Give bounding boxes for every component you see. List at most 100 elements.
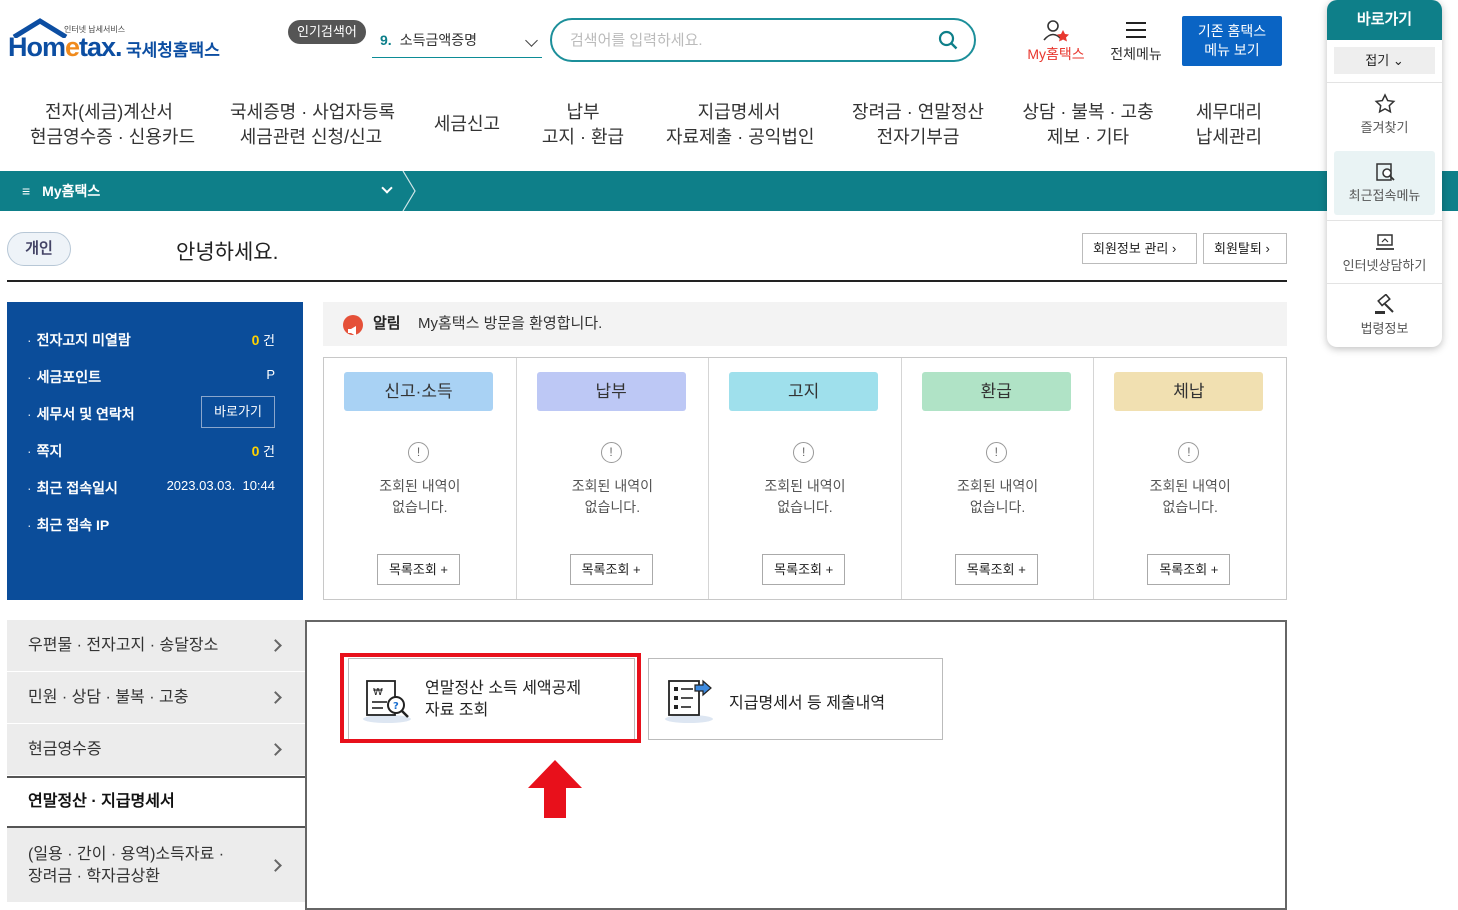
quick-links-title: 바로가기 xyxy=(1327,0,1442,40)
notice-message: My홈택스 방문을 환영합니다. xyxy=(418,315,603,332)
list-view-button[interactable]: 목록조회 + xyxy=(569,554,653,585)
recent-menu-button[interactable]: 최근접속메뉴 xyxy=(1334,151,1435,215)
chevron-down-icon xyxy=(525,34,538,47)
info-row: · 최근 접속일시 xyxy=(27,480,118,496)
hometax-logo[interactable]: 인터넷 납세서비스 Hometax. 국세청홈택스 xyxy=(8,18,228,70)
info-row: · 전자고지 미열람 xyxy=(27,332,131,348)
info-row: · 세무서 및 연락처 xyxy=(27,406,135,422)
chevron-down-icon[interactable] xyxy=(381,182,393,194)
info-value[interactable]: 0 건 xyxy=(252,330,275,349)
breadcrumb-separator-icon xyxy=(402,171,416,211)
nav-item-e-invoice[interactable]: 전자(세금)계산서 현금영수증 · 신용카드 xyxy=(30,100,195,152)
my-hometax-button[interactable]: My홈택스 xyxy=(1020,18,1092,68)
legacy-line2: 메뉴 보기 xyxy=(1204,42,1260,58)
list-view-button[interactable]: 목록조회 + xyxy=(377,554,460,585)
payment-statement-label: 지급명세서 등 제출내역 xyxy=(729,695,886,712)
status-card: 고지! 조회된 내역이 없습니다. 목록조회 + xyxy=(709,358,902,599)
info-value[interactable]: 0 건 xyxy=(252,441,275,460)
search-icon[interactable] xyxy=(938,30,958,50)
chevron-right-icon xyxy=(269,691,282,704)
greeting-text: 안녕하세요. xyxy=(176,241,279,264)
favorites-button[interactable]: 즐겨찾기 xyxy=(1327,82,1442,146)
logo-brand: Hometax. xyxy=(8,32,123,62)
payment-statement-history-button[interactable]: 지급명세서 등 제출내역 xyxy=(648,658,943,740)
hamburger-icon xyxy=(1126,22,1146,38)
card-empty-message: 조회된 내역이 없습니다. xyxy=(764,478,846,515)
left-submenu: 우편물 · 전자고지 · 송달장소 민원 · 상담 · 불복 · 고충 현금영수… xyxy=(7,620,307,903)
breadcrumb: ≡ My홈택스 xyxy=(0,171,1458,211)
exclamation-icon: ! xyxy=(985,442,1007,463)
document-submit-icon xyxy=(665,679,713,723)
divider xyxy=(7,280,1287,282)
list-view-button[interactable]: 목록조회 + xyxy=(762,554,846,585)
logo-korean-name: 국세청홈택스 xyxy=(126,41,220,60)
withdraw-button[interactable]: 회원탈퇴 › xyxy=(1203,233,1287,264)
status-card: 환급! 조회된 내역이 없습니다. 목록조회 + xyxy=(902,358,1095,599)
all-menu-label: 전체메뉴 xyxy=(1110,46,1162,62)
legacy-line1: 기존 홈택스 xyxy=(1197,23,1267,39)
info-value[interactable]: P xyxy=(266,367,275,382)
search-input[interactable] xyxy=(570,28,920,52)
nav-item-payment-statement[interactable]: 지급명세서 자료제출 · 공익법인 xyxy=(666,100,814,152)
nav-item-year-end[interactable]: 장려금 · 연말정산 전자기부금 xyxy=(852,100,984,152)
card-title[interactable]: 체납 xyxy=(1114,372,1264,411)
nav-item-payment[interactable]: 납부 고지 · 환급 xyxy=(540,100,626,152)
exclamation-icon: ! xyxy=(793,442,815,463)
card-title[interactable]: 신고·소득 xyxy=(344,372,493,411)
quick-links-widget: 바로가기 접기 ⌄ 즐겨찾기 최근접속메뉴 인터넷상담하기 법령정보 xyxy=(1327,0,1442,347)
card-title[interactable]: 납부 xyxy=(536,372,686,411)
exclamation-icon: ! xyxy=(408,442,429,463)
user-info-panel: · 전자고지 미열람 0 건 · 세금포인트 P · 세무서 및 연락처 바로가기 ·… xyxy=(7,302,303,600)
card-title[interactable]: 고지 xyxy=(729,372,879,411)
star-icon xyxy=(1374,93,1395,114)
left-menu-item[interactable]: 우편물 · 전자고지 · 송달장소 xyxy=(7,620,307,672)
status-card: 납부! 조회된 내역이 없습니다. 목록조회 + xyxy=(517,358,710,599)
user-star-icon xyxy=(1043,20,1069,42)
notice-label: 알림 xyxy=(373,315,401,332)
list-view-button[interactable]: 목록조회 + xyxy=(1147,554,1231,585)
chevron-right-icon xyxy=(269,639,282,652)
status-cards: 신고·소득! 조회된 내역이 없습니다. 목록조회 + 납부! 조회된 내역이 없습니다. 목… xyxy=(323,357,1287,600)
highlight-box xyxy=(340,653,641,743)
info-row: · 최근 접속 IP xyxy=(27,517,110,533)
info-row: · 쪽지 xyxy=(27,443,63,459)
card-title[interactable]: 환급 xyxy=(921,372,1071,411)
popular-search-select[interactable]: 9. 소득금액증명 xyxy=(372,28,542,58)
left-menu-item[interactable]: (일용 · 간이 · 용역)소득자료 · 장려금 · 학자금상환 xyxy=(7,828,307,903)
exclamation-icon: ! xyxy=(600,442,622,463)
all-menu-button[interactable]: 전체메뉴 xyxy=(1104,18,1168,68)
fold-button[interactable]: 접기 ⌄ xyxy=(1334,47,1435,74)
breadcrumb-current[interactable]: ≡ My홈택스 xyxy=(22,181,100,201)
notice-bar: 알림 My홈택스 방문을 환영합니다. xyxy=(323,302,1287,346)
megaphone-icon xyxy=(343,315,363,336)
laptop-icon xyxy=(1375,234,1394,250)
law-info-button[interactable]: 법령정보 xyxy=(1327,283,1442,347)
card-empty-message: 조회된 내역이 없습니다. xyxy=(956,478,1039,515)
last-login-value: 2023.03.03. 10:44 xyxy=(166,478,275,493)
tax-office-goto-button[interactable]: 바로가기 xyxy=(201,396,275,428)
nav-item-consult[interactable]: 상담 · 불복 · 고충 제보 · 기타 xyxy=(1022,100,1154,152)
left-menu-item[interactable]: 현금영수증 xyxy=(7,724,307,776)
nav-item-certificate[interactable]: 국세증명 · 사업자등록 세금관련 신청/신고 xyxy=(230,100,395,152)
legacy-menu-button[interactable]: 기존 홈택스 메뉴 보기 xyxy=(1182,16,1282,66)
nav-item-tax-agent[interactable]: 세무대리 납세관리 xyxy=(1192,100,1266,152)
recent-search-icon xyxy=(1375,163,1395,181)
card-empty-message: 조회된 내역이 없습니다. xyxy=(571,478,653,515)
popular-term: 소득금액증명 xyxy=(399,32,477,48)
my-hometax-label: My홈택스 xyxy=(1027,46,1085,62)
online-consult-button[interactable]: 인터넷상담하기 xyxy=(1327,220,1442,284)
gavel-icon xyxy=(1374,294,1394,314)
chevron-right-icon xyxy=(269,743,282,756)
search-box xyxy=(550,18,976,62)
info-row: · 세금포인트 xyxy=(27,369,102,385)
popular-search-badge: 인기검색어 xyxy=(288,20,366,44)
list-view-button[interactable]: 목록조회 + xyxy=(954,554,1038,585)
exclamation-icon: ! xyxy=(1178,442,1200,463)
member-info-button[interactable]: 회원정보 관리 › xyxy=(1082,233,1197,264)
status-card: 신고·소득! 조회된 내역이 없습니다. 목록조회 + xyxy=(324,358,517,599)
left-menu-item[interactable]: 민원 · 상담 · 불복 · 고충 xyxy=(7,672,307,724)
left-menu-item-active[interactable]: 연말정산 · 지급명세서 xyxy=(7,776,307,828)
card-empty-message: 조회된 내역이 없습니다. xyxy=(379,478,461,515)
red-up-arrow-icon xyxy=(528,760,582,818)
nav-item-tax-report[interactable]: 세금신고 xyxy=(430,100,504,152)
